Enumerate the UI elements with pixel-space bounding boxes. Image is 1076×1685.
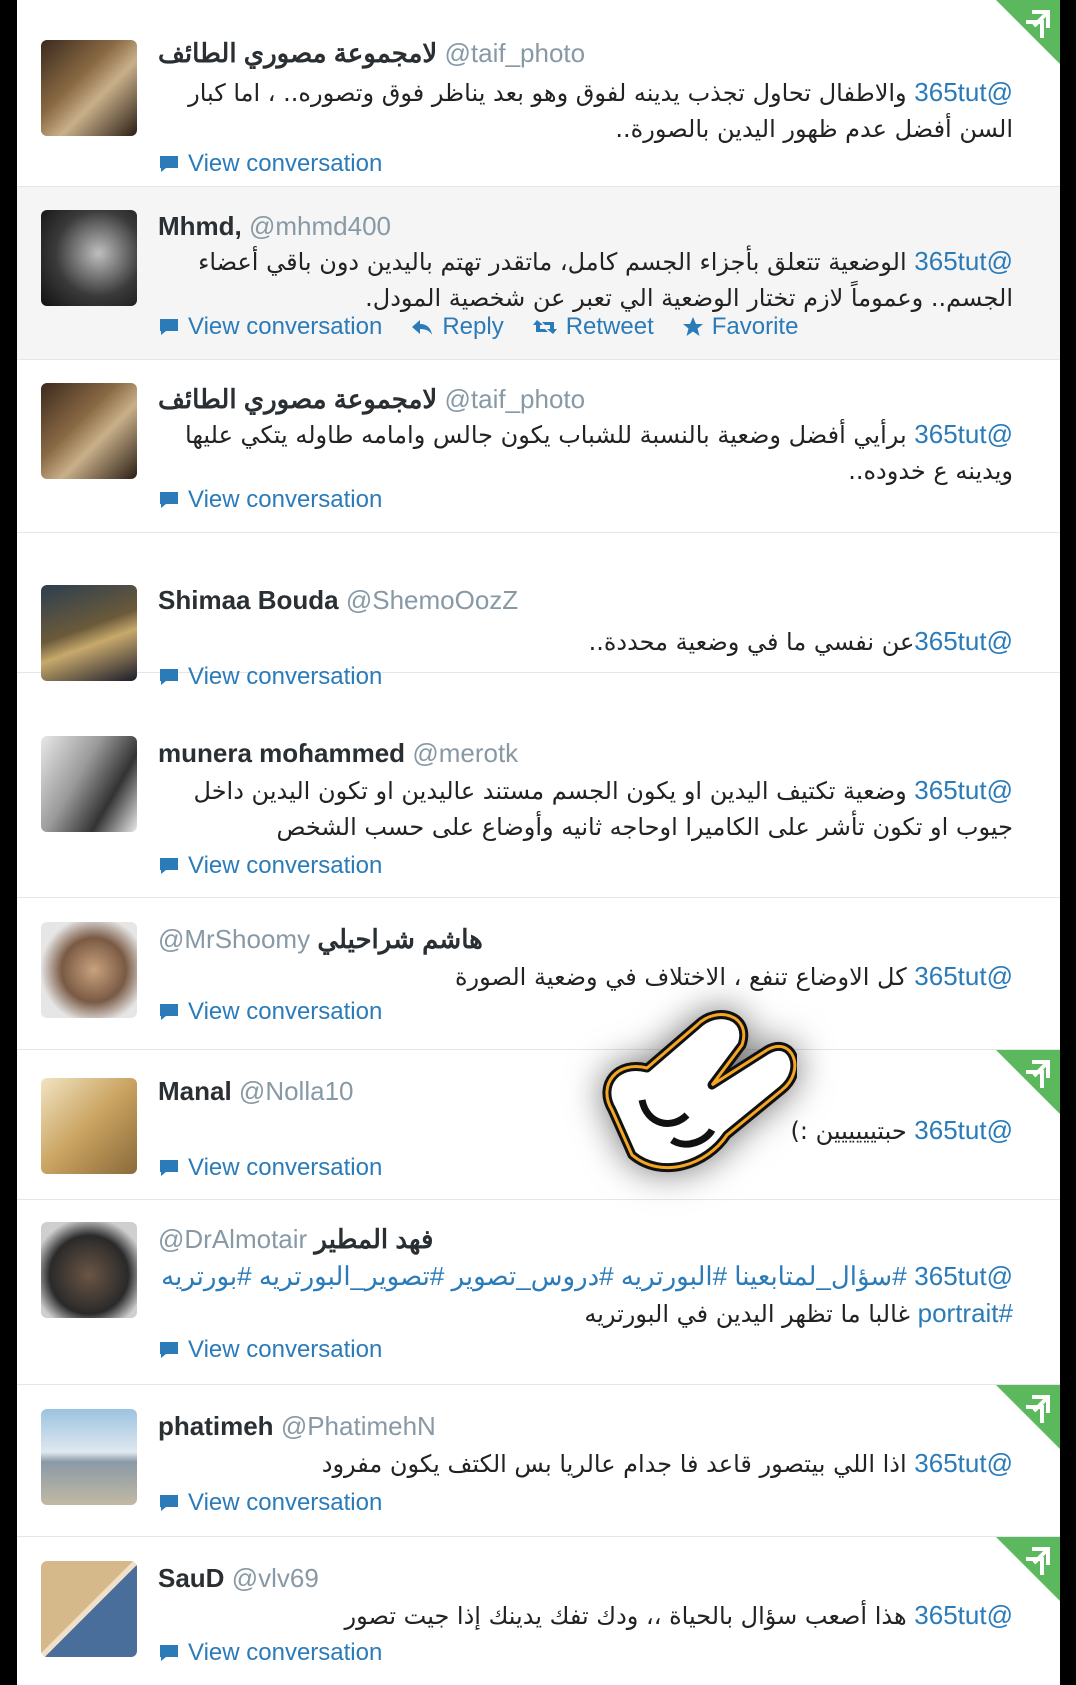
user-name[interactable]: فهد المطير [314, 1224, 433, 1254]
avatar[interactable] [41, 922, 137, 1018]
speech-bubble-icon [160, 156, 178, 172]
avatar[interactable] [41, 1078, 137, 1174]
view-conversation-link[interactable]: View conversation [158, 1639, 382, 1667]
speech-bubble-icon [160, 492, 178, 508]
mention-link[interactable]: @365tut [914, 1448, 1013, 1478]
avatar[interactable] [41, 1409, 137, 1505]
mention-link[interactable]: @365tut [914, 1600, 1013, 1630]
user-name[interactable]: هاشم شراحيلي [317, 924, 483, 954]
user-name[interactable]: لامجموعة مصوري الطائف [158, 384, 437, 414]
avatar[interactable] [41, 40, 137, 136]
tweet-list-panel: لامجموعة مصوري الطائف @taif_photo @365tu… [17, 0, 1060, 1685]
mention-link[interactable]: @365tut [914, 1261, 1013, 1291]
tweet-text: @365tut والاطفال تحاول تجذب يدينه لفوق و… [188, 77, 1013, 143]
mention-link[interactable]: @365tut [914, 775, 1013, 805]
view-conversation-link[interactable]: View conversation [158, 852, 382, 880]
view-conversation-link[interactable]: View conversation [158, 663, 382, 691]
tweet-item[interactable]: phatimeh @PhatimehN @365tut اذا اللي بيت… [17, 1385, 1060, 1537]
user-name[interactable]: Shimaa Bouda [158, 585, 339, 615]
retweet-icon [532, 320, 557, 334]
user-name[interactable]: Mhmd, [158, 211, 242, 241]
tweet-item[interactable]: SauD @vlv69 @365tut هذا أصعب سؤال بالحيا… [17, 1537, 1060, 1685]
tweet-item[interactable]: @DrAlmotair فهد المطير @365tut #سؤال_لمت… [17, 1200, 1060, 1385]
mention-link[interactable]: @365tut [914, 1115, 1013, 1145]
view-conversation-link[interactable]: View conversation [158, 150, 382, 178]
user-handle[interactable]: @DrAlmotair [158, 1224, 307, 1254]
tweet-text: @365tut #سؤال_لمتابعينا #البورتريه #دروس… [161, 1261, 1013, 1328]
speech-bubble-icon [160, 669, 178, 685]
user-handle[interactable]: @mhmd400 [249, 211, 391, 241]
avatar[interactable] [41, 383, 137, 479]
view-conversation-link[interactable]: View conversation [158, 1489, 382, 1517]
favorite-button[interactable]: Favorite [682, 313, 798, 341]
view-conversation-link[interactable]: View conversation [158, 1154, 382, 1182]
speech-bubble-icon [160, 1160, 178, 1176]
star-icon [682, 317, 703, 336]
speech-bubble-icon [160, 1645, 178, 1661]
tweet-text: @365tut الوضعية تتعلق بأجزاء الجسم كامل،… [198, 246, 1013, 312]
user-handle[interactable]: @taif_photo [445, 384, 586, 414]
tweet-item[interactable]: Mhmd, @mhmd400 @365tut الوضعية تتعلق بأج… [17, 187, 1060, 360]
user-handle[interactable]: @ShemoOozZ [346, 585, 518, 615]
user-handle[interactable]: @merotk [412, 738, 518, 768]
tweet-item[interactable]: Shimaa Bouda @ShemoOozZ @365tutعن نفسي م… [17, 533, 1060, 681]
retweeted-corner-icon [996, 1537, 1060, 1601]
view-conversation-link[interactable]: View conversation [158, 1336, 382, 1364]
retweet-button[interactable]: Retweet [532, 313, 654, 341]
user-name[interactable]: لامجموعة مصوري الطائف [158, 38, 437, 68]
reply-button[interactable]: Reply [410, 313, 504, 341]
mention-link[interactable]: @365tut [914, 626, 1013, 656]
retweeted-corner-icon [996, 1050, 1060, 1114]
peace-hand-icon [602, 1010, 797, 1173]
speech-bubble-icon [160, 1342, 178, 1358]
tweet-item[interactable]: munera moɦammed @merotk @365tut وضعية تك… [17, 712, 1060, 898]
user-handle[interactable]: @PhatimehN [281, 1411, 436, 1441]
user-name[interactable]: phatimeh [158, 1411, 274, 1441]
reply-icon [412, 320, 433, 335]
mention-link[interactable]: @365tut [914, 77, 1013, 107]
retweeted-corner-icon [996, 1385, 1060, 1449]
tweet-actions-row: View conversation [17, 655, 1060, 695]
speech-bubble-icon [160, 858, 178, 874]
tweet-text: @365tut وضعية تكتيف اليدين او يكون الجسم… [193, 775, 1013, 841]
hashtag-links[interactable]: #سؤال_لمتابعينا #البورتريه #دروس_تصوير #… [161, 1261, 907, 1291]
tweet-text: @365tut هذا أصعب سؤال بالحياة ،، ودك تفك… [344, 1600, 1013, 1630]
avatar[interactable] [41, 210, 137, 306]
avatar[interactable] [41, 1561, 137, 1657]
view-conversation-link[interactable]: View conversation [158, 998, 382, 1026]
avatar[interactable] [41, 736, 137, 832]
hashtag-link[interactable]: #portrait [918, 1298, 1013, 1328]
tweet-text: @365tut برأيي أفضل وضعية بالنسبة للشباب … [185, 419, 1013, 485]
user-handle[interactable]: @MrShoomy [158, 924, 310, 954]
user-handle[interactable]: @taif_photo [445, 38, 586, 68]
view-conversation-link[interactable]: View conversation [158, 486, 382, 514]
mention-link[interactable]: @365tut [914, 246, 1013, 276]
retweeted-corner-icon [996, 0, 1060, 64]
mention-link[interactable]: @365tut [914, 961, 1013, 991]
view-conversation-link[interactable]: View conversation [158, 313, 382, 341]
user-handle[interactable]: @Nolla10 [239, 1076, 354, 1106]
speech-bubble-icon [160, 319, 178, 335]
tweet-text: @365tut اذا اللي بيتصور قاعد فا جدام عال… [321, 1448, 1013, 1478]
tweet-item[interactable]: لامجموعة مصوري الطائف @taif_photo @365tu… [17, 0, 1060, 187]
user-name[interactable]: SauD [158, 1563, 224, 1593]
speech-bubble-icon [160, 1495, 178, 1511]
user-name[interactable]: Manal [158, 1076, 232, 1106]
tweet-item[interactable]: لامجموعة مصوري الطائف @taif_photo @365tu… [17, 360, 1060, 533]
speech-bubble-icon [160, 1004, 178, 1020]
tweet-item[interactable]: Manal @Nolla10 @365tut حبتيييييين :) Vie… [17, 1050, 1060, 1200]
tweet-item[interactable]: @MrShoomy هاشم شراحيلي @365tut كل الاوضا… [17, 898, 1060, 1050]
avatar[interactable] [41, 1222, 137, 1318]
mention-link[interactable]: @365tut [914, 419, 1013, 449]
user-handle[interactable]: @vlv69 [232, 1563, 319, 1593]
user-name[interactable]: munera moɦammed [158, 738, 405, 768]
